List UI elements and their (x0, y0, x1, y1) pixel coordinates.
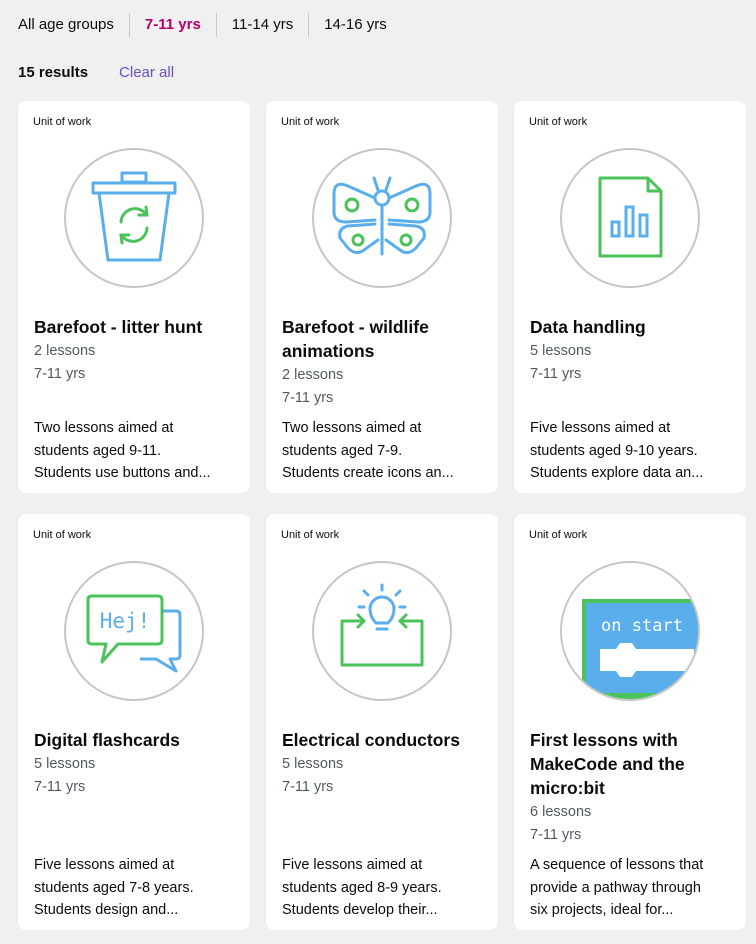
age-filter-14-16[interactable]: 14-16 yrs (308, 13, 402, 37)
card-age-range: 7-11 yrs (34, 366, 86, 382)
card-lesson-count: 5 lessons (34, 756, 96, 772)
card-lesson-count: 5 lessons (282, 756, 344, 772)
card-age-range: 7-11 yrs (530, 827, 582, 843)
card-type-label: Unit of work (529, 116, 588, 128)
unit-card-litter-hunt[interactable]: Unit of work Barefoot - litter hunt 2 le… (18, 101, 250, 493)
card-lesson-count: 5 lessons (530, 343, 592, 359)
card-type-label: Unit of work (281, 529, 340, 541)
card-description: Two lessons aimed at students aged 9-11. S… (34, 420, 211, 481)
bar-chart-document-icon (560, 148, 700, 288)
card-title: Digital flashcards (34, 730, 180, 750)
unit-card-data-handling[interactable]: Unit of work Data handling 5 lessons 7-1… (514, 101, 746, 493)
card-type-label: Unit of work (529, 529, 588, 541)
card-description: Two lessons aimed at students aged 7-9. St… (282, 420, 454, 481)
card-age-range: 7-11 yrs (282, 390, 334, 406)
speech-bubbles-icon: Hej! (64, 561, 204, 701)
card-title: Electrical conductors (282, 730, 460, 750)
age-filter-11-14[interactable]: 11-14 yrs (215, 13, 308, 37)
lightbulb-circuit-icon (312, 561, 452, 701)
card-age-range: 7-11 yrs (34, 779, 86, 795)
svg-text:on start: on start (601, 616, 683, 636)
unit-card-wildlife-animations[interactable]: Unit of work Barefoot - wildlife animatio… (266, 101, 498, 493)
age-filter-bar: All age groups 7-11 yrs 11-14 yrs 14-16 … (0, 0, 756, 50)
butterfly-icon (312, 148, 452, 288)
card-description: Five lessons aimed at students aged 9-10 … (530, 420, 704, 481)
card-type-label: Unit of work (33, 529, 92, 541)
card-lesson-count: 6 lessons (530, 804, 592, 820)
card-lesson-count: 2 lessons (34, 343, 96, 359)
svg-text:Hej!: Hej! (100, 609, 151, 633)
card-title: Data handling (530, 317, 646, 337)
card-description: A sequence of lessons that provide a path… (530, 857, 704, 918)
results-count: 15 results (18, 63, 89, 81)
results-bar: 15 results Clear all (18, 62, 174, 82)
card-title: Barefoot - litter hunt (34, 317, 203, 337)
card-lesson-count: 2 lessons (282, 367, 344, 383)
unit-card-electrical-conductors[interactable]: Unit of work Electrical conductors 5 les… (266, 514, 498, 930)
card-age-range: 7-11 yrs (530, 366, 582, 382)
clear-all-link[interactable]: Clear all (119, 64, 174, 81)
unit-card-digital-flashcards[interactable]: Unit of work Hej! Digital flashcards 5 l… (18, 514, 250, 930)
unit-card-makecode-microbit[interactable]: Unit of work on start First lessons with… (514, 514, 746, 930)
card-description: Five lessons aimed at students aged 7-8 y… (34, 857, 194, 918)
makecode-block-icon: on start (560, 561, 700, 701)
age-filter-7-11[interactable]: 7-11 yrs (128, 13, 216, 37)
age-filter-all[interactable]: All age groups (0, 13, 129, 37)
card-type-label: Unit of work (33, 116, 92, 128)
card-age-range: 7-11 yrs (282, 779, 334, 795)
card-title: Barefoot - wildlife animations (282, 317, 429, 361)
card-title: First lessons with MakeCode and the micro:… (530, 730, 685, 798)
card-type-label: Unit of work (281, 116, 340, 128)
recycle-bin-icon (64, 148, 204, 288)
card-description: Five lessons aimed at students aged 8-9 y… (282, 857, 442, 918)
